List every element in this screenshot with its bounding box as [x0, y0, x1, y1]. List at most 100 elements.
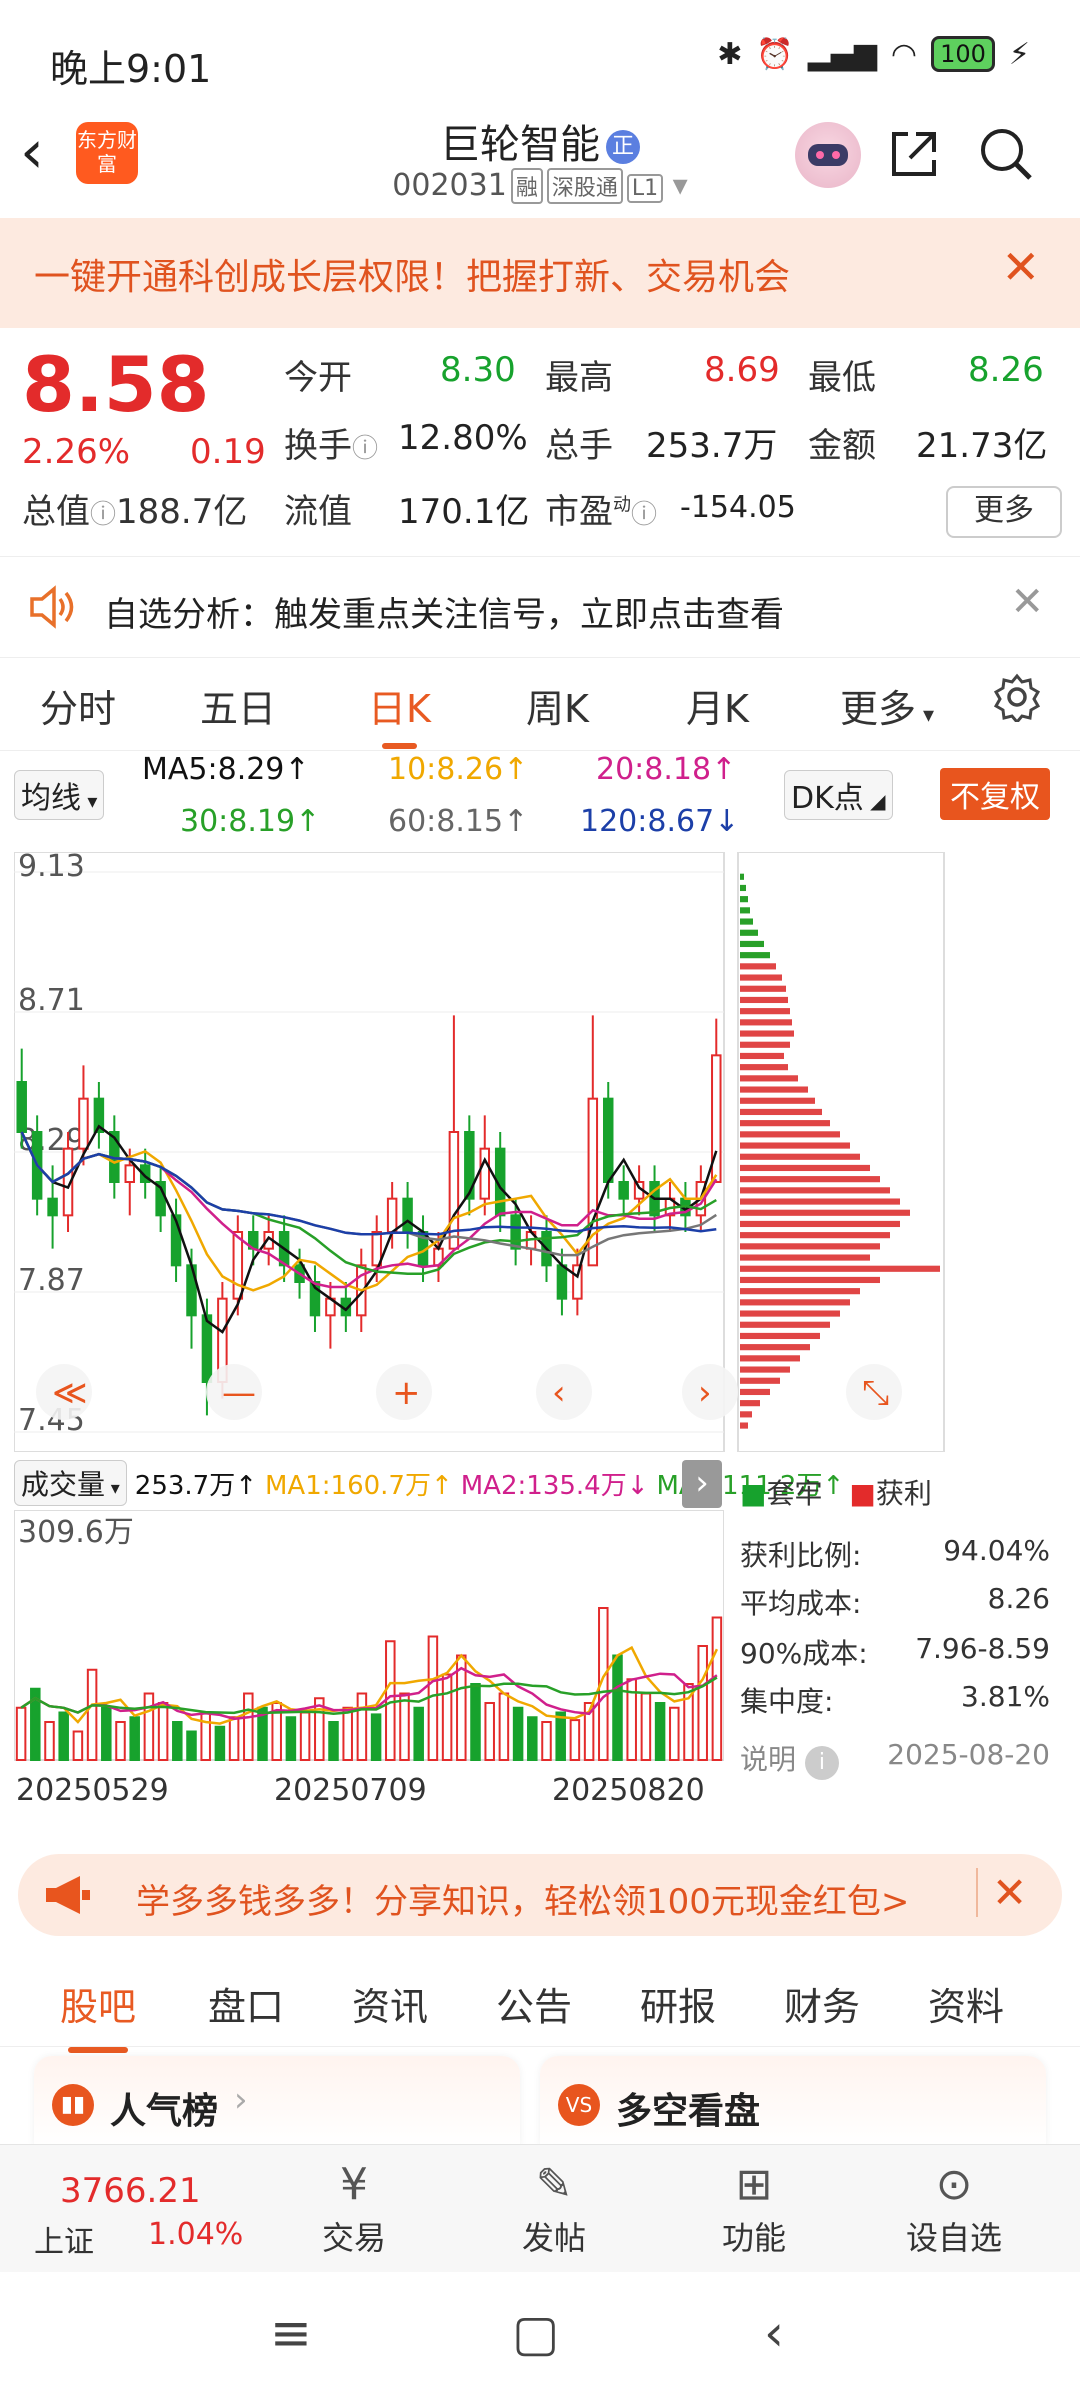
tab-five-day[interactable]: 五日: [200, 678, 276, 733]
candle-body: [16, 1081, 27, 1133]
long-short-card[interactable]: VS 多空看盘: [540, 2056, 1046, 2146]
tab-news[interactable]: 资讯: [352, 1976, 428, 2031]
candle-body: [618, 1181, 629, 1200]
tab-guba[interactable]: 股吧: [60, 1976, 136, 2053]
share-icon[interactable]: [886, 126, 942, 195]
chip-bar: [740, 918, 753, 925]
legend-trap: 套牢: [766, 1477, 823, 1510]
ma30-label: 30:8.19↑: [180, 804, 321, 839]
volume-bar: [498, 1692, 510, 1761]
float-label: 流值: [284, 492, 352, 532]
tab-more[interactable]: 更多 ▾: [840, 678, 934, 733]
reward-promo[interactable]: 学多多钱多多！分享知识，轻松领100元现金红包> ✕: [18, 1854, 1062, 1936]
tab-daily-k[interactable]: 日K: [368, 678, 431, 749]
chip-bar: [740, 1142, 850, 1149]
ma-select[interactable]: 均线 ▾: [14, 770, 105, 820]
open-label: 今开: [284, 358, 352, 398]
chip-bar: [740, 952, 770, 959]
edit-icon: ✎: [535, 2159, 573, 2210]
ma60-label: 60:8.15↑: [388, 804, 529, 839]
alarm-icon: ⏰: [756, 36, 794, 72]
back-icon[interactable]: ‹: [764, 2304, 784, 2362]
y-tick-label: 8.71: [18, 983, 85, 1018]
home-icon[interactable]: ▢: [512, 2304, 559, 2362]
volume-bar: [129, 1716, 140, 1761]
more-button[interactable]: 更多: [946, 486, 1062, 538]
tab-intraday[interactable]: 分时: [40, 678, 116, 733]
index-value[interactable]: 3766.21: [60, 2171, 201, 2211]
stock-code: 002031: [392, 168, 507, 203]
search-icon[interactable]: [976, 124, 1036, 197]
promo-banner[interactable]: 一键开通科创成长层权限！把握打新、交易机会 ✕: [0, 218, 1080, 328]
nav-trade[interactable]: ¥ 交易: [284, 2157, 424, 2259]
chip-bar: [740, 1187, 890, 1194]
chip-bar: [740, 1153, 860, 1160]
ma5-label: MA5:8.29↑: [142, 752, 310, 787]
chip-bar: [740, 1254, 870, 1261]
chip-bar: [740, 929, 758, 936]
tab-notice[interactable]: 公告: [496, 1976, 572, 2031]
volume-value: 253.7万↑: [134, 1470, 257, 1501]
nav-post[interactable]: ✎ 发帖: [484, 2157, 624, 2259]
volume-bar: [612, 1654, 623, 1761]
nav-add-watch[interactable]: ⊙ 设自选: [884, 2157, 1024, 2259]
chart-control-icon: +: [392, 1373, 421, 1413]
volume-bar: [44, 1721, 55, 1761]
current-price: 8.58: [22, 340, 210, 429]
tab-profile[interactable]: 资料: [928, 1976, 1004, 2031]
candle-body: [479, 1147, 491, 1200]
kline-chart[interactable]: 9.138.718.297.877.45≪ — + ‹ › ⤡: [14, 852, 1054, 1452]
low-value: 8.26: [968, 350, 1044, 390]
dk-point-select[interactable]: DK点 ◢: [784, 770, 893, 820]
banner-text: 一键开通科创成长层权限！把握打新、交易机会: [34, 257, 791, 298]
chip-bar: [740, 940, 764, 948]
volume-bar: [484, 1702, 495, 1761]
volume-chart[interactable]: 309.6万 20250529 20250709 20250820: [14, 1510, 724, 1810]
analysis-alert[interactable]: 自选分析：触发重点关注信号，立即点击查看 ✕: [0, 556, 1080, 658]
volume-select[interactable]: 成交量 ▾: [14, 1460, 127, 1506]
chip-bar: [740, 1075, 798, 1082]
close-icon[interactable]: ✕: [1001, 240, 1040, 294]
content-tabs: 股吧 盘口 资讯 公告 研报 财务 资料: [0, 1954, 1080, 2053]
volume-bar: [200, 1711, 211, 1761]
low-label: 最低: [808, 358, 876, 398]
tab-monthly-k[interactable]: 月K: [686, 678, 749, 733]
volume-value: 253.7万: [646, 426, 778, 466]
expand-right-icon[interactable]: ›: [682, 1460, 722, 1508]
nav-function[interactable]: ⊞ 功能: [684, 2157, 824, 2259]
volume-bar: [427, 1635, 439, 1761]
chip-bar: [740, 1265, 940, 1272]
gear-icon[interactable]: [992, 672, 1042, 731]
close-icon[interactable]: ✕: [976, 1868, 1027, 1917]
index-name[interactable]: 上证: [34, 2217, 94, 2261]
popularity-card[interactable]: ▮▮ 人气榜 ›: [34, 2056, 520, 2146]
avg-cost-label: 平均成本:: [740, 1587, 862, 1620]
chip-bar: [740, 1176, 880, 1183]
chip-bar: [740, 1052, 784, 1060]
chip-note[interactable]: 说明 i: [740, 1738, 839, 1780]
chip-frame: [737, 852, 945, 1452]
index-change[interactable]: 1.04%: [148, 2217, 243, 2252]
x-tick-label: 20250820: [552, 1773, 705, 1808]
y-tick-label: 9.13: [18, 852, 85, 884]
tab-research[interactable]: 研报: [640, 1976, 716, 2031]
ranking-icon: ▮▮: [52, 2084, 94, 2126]
volume-bar: [172, 1721, 183, 1761]
chart-control-icon: ⤡: [862, 1373, 889, 1413]
volume-bar: [58, 1711, 69, 1761]
tab-finance[interactable]: 财务: [784, 1976, 860, 2031]
change-percent: 2.26%: [22, 432, 131, 472]
assistant-avatar[interactable]: [795, 122, 861, 188]
adjust-button[interactable]: 不复权: [940, 768, 1050, 820]
chip-bar: [740, 907, 750, 914]
tab-weekly-k[interactable]: 周K: [526, 678, 589, 733]
chip-bar: [740, 1400, 760, 1407]
volume-bar: [243, 1692, 254, 1761]
x-tick-label: 20250529: [16, 1773, 169, 1808]
close-icon[interactable]: ✕: [1010, 579, 1044, 625]
volume-bar: [470, 1683, 481, 1761]
chip-bar: [740, 1019, 792, 1026]
menu-icon[interactable]: ≡: [270, 2304, 312, 2362]
signal-icon: ▂▄▆: [807, 36, 877, 72]
tab-pankou[interactable]: 盘口: [208, 1976, 284, 2031]
